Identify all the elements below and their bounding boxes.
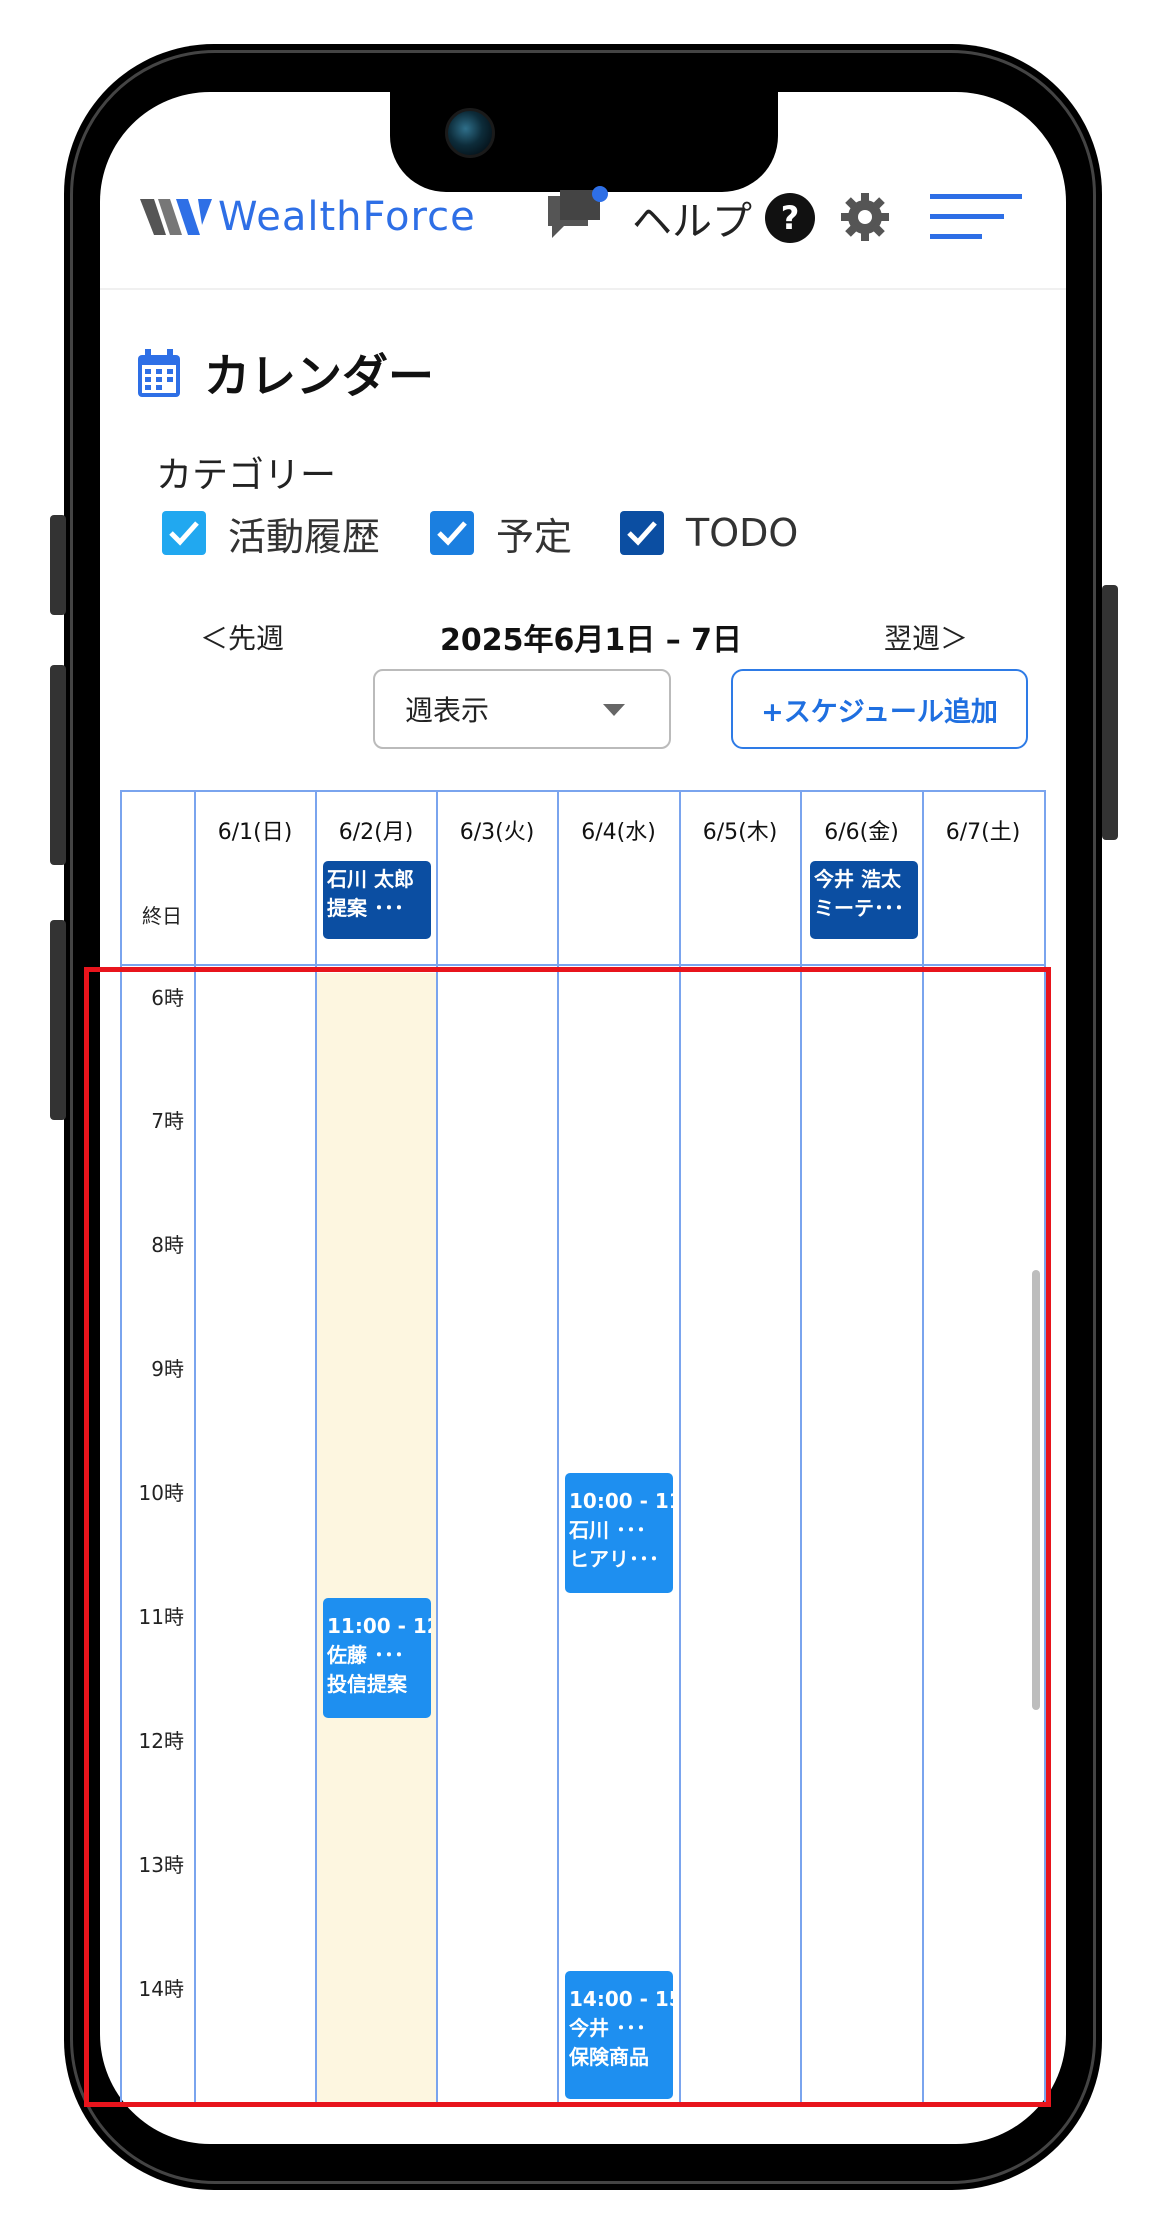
hour-label: 8時 — [151, 1233, 184, 1257]
hour-label: 10時 — [138, 1481, 184, 1505]
activity-label: 活動履歴 — [228, 514, 381, 559]
gear-icon — [841, 193, 889, 241]
view-select-value: 週表示 — [405, 694, 490, 727]
logo[interactable]: WealthForce — [140, 192, 476, 242]
todo-checkbox[interactable] — [620, 511, 664, 555]
event-subtitle: 提案 ･･･ — [327, 896, 404, 920]
allday-event[interactable]: 石川 太郎 提案 ･･･ — [323, 861, 431, 939]
hour-label: 7時 — [151, 1109, 184, 1133]
hour-label: 12時 — [138, 1729, 184, 1753]
category-label: カテゴリー — [156, 455, 337, 496]
mute-switch — [50, 515, 66, 615]
hour-label: 11時 — [138, 1605, 184, 1629]
event-title: 石川 ･･･ — [569, 1518, 646, 1542]
day-header[interactable]: 6/6(金) — [801, 814, 922, 846]
logo-mark-icon — [140, 199, 212, 235]
svg-text:?: ? — [781, 199, 800, 237]
help-icon: ? — [765, 193, 815, 243]
chat-button[interactable] — [544, 186, 608, 242]
activity-checkbox[interactable] — [162, 511, 206, 555]
grid-column-line — [800, 790, 802, 2107]
day-header[interactable]: 6/5(木) — [680, 814, 800, 846]
event-title: 今井 ･･･ — [569, 2016, 646, 2040]
page-title: カレンダー — [136, 340, 434, 406]
event-subtitle: ミーテ･･･ — [814, 896, 904, 920]
grid-column-line — [1044, 790, 1046, 2107]
grid-row-line — [120, 790, 1046, 792]
check-icon — [437, 521, 467, 546]
timed-event[interactable]: 10:00 - 11 石川 ･･･ ヒアリ･･･ — [565, 1473, 673, 1593]
event-title: 石川 太郎 — [327, 867, 414, 891]
event-time: 10:00 - 11 — [569, 1489, 673, 1513]
event-time: 11:00 - 12 — [327, 1614, 431, 1638]
help-label: ヘルプ — [632, 199, 752, 245]
chevron-down-icon — [603, 704, 625, 716]
header-divider — [100, 288, 1066, 290]
timed-event[interactable]: 14:00 - 15 今井 ･･･ 保険商品 — [565, 1971, 673, 2099]
grid-column-line — [557, 790, 559, 2107]
help-button[interactable]: ヘルプ ? — [632, 190, 816, 246]
volume-down-button — [50, 920, 66, 1120]
allday-label: 終日 — [142, 904, 182, 928]
category-item-todo[interactable]: TODO — [620, 508, 798, 558]
grid-column-line — [315, 790, 317, 2107]
timed-event[interactable]: 11:00 - 12 佐藤 ･･･ 投信提案 — [323, 1598, 431, 1718]
hour-label: 15時 — [120, 2097, 184, 2107]
grid-column-line — [922, 790, 924, 2107]
schedule-checkbox[interactable] — [430, 511, 474, 555]
today-column — [316, 973, 436, 2107]
settings-button[interactable] — [838, 190, 892, 244]
day-header[interactable]: 6/2(月) — [316, 814, 436, 846]
calendar-icon — [138, 349, 180, 397]
next-week-link[interactable]: 翌週＞ — [884, 617, 968, 657]
power-button — [1102, 585, 1118, 840]
date-range: 2025年6月1日 – 7日 — [440, 623, 743, 658]
event-subtitle: ヒアリ･･･ — [569, 1547, 659, 1571]
hour-label: 13時 — [138, 1853, 184, 1877]
hour-label: 9時 — [151, 1357, 184, 1381]
schedule-label: 予定 — [496, 514, 573, 559]
event-subtitle: 投信提案 — [327, 1672, 407, 1696]
check-icon — [169, 521, 199, 546]
day-header[interactable]: 6/3(火) — [437, 814, 557, 846]
add-schedule-button[interactable]: +スケジュール追加 — [731, 669, 1028, 749]
event-subtitle: 保険商品 — [569, 2045, 649, 2069]
menu-icon — [930, 194, 1022, 239]
day-header[interactable]: 6/7(土) — [923, 814, 1043, 846]
todo-label: TODO — [686, 511, 799, 555]
grid-row-line — [120, 964, 1046, 966]
volume-up-button — [50, 665, 66, 865]
menu-button[interactable] — [930, 192, 1022, 244]
day-header[interactable]: 6/1(日) — [195, 814, 315, 846]
hour-label: 6時 — [151, 986, 184, 1010]
grid-column-line — [436, 790, 438, 2107]
day-header[interactable]: 6/4(水) — [558, 814, 679, 846]
category-item-schedule[interactable]: 予定 — [430, 508, 573, 559]
event-title: 佐藤 ･･･ — [327, 1643, 404, 1667]
check-icon — [627, 521, 657, 546]
prev-week-link[interactable]: ＜先週 — [200, 617, 284, 657]
grid-column-line — [194, 790, 196, 2107]
category-item-activity[interactable]: 活動履歴 — [162, 508, 381, 559]
event-title: 今井 浩太 — [814, 867, 901, 891]
event-time: 14:00 - 15 — [569, 1987, 673, 2011]
camera — [445, 108, 495, 158]
chat-icon — [548, 186, 608, 238]
hour-label: 14時 — [138, 1977, 184, 2001]
calendar-scrollbar[interactable] — [1032, 1270, 1040, 1710]
allday-event[interactable]: 今井 浩太 ミーテ･･･ — [810, 861, 918, 939]
grid-column-line — [679, 790, 681, 2107]
logo-text: WealthForce — [218, 194, 476, 240]
view-select[interactable]: 週表示 — [373, 669, 671, 749]
page-title-text: カレンダー — [204, 349, 434, 403]
